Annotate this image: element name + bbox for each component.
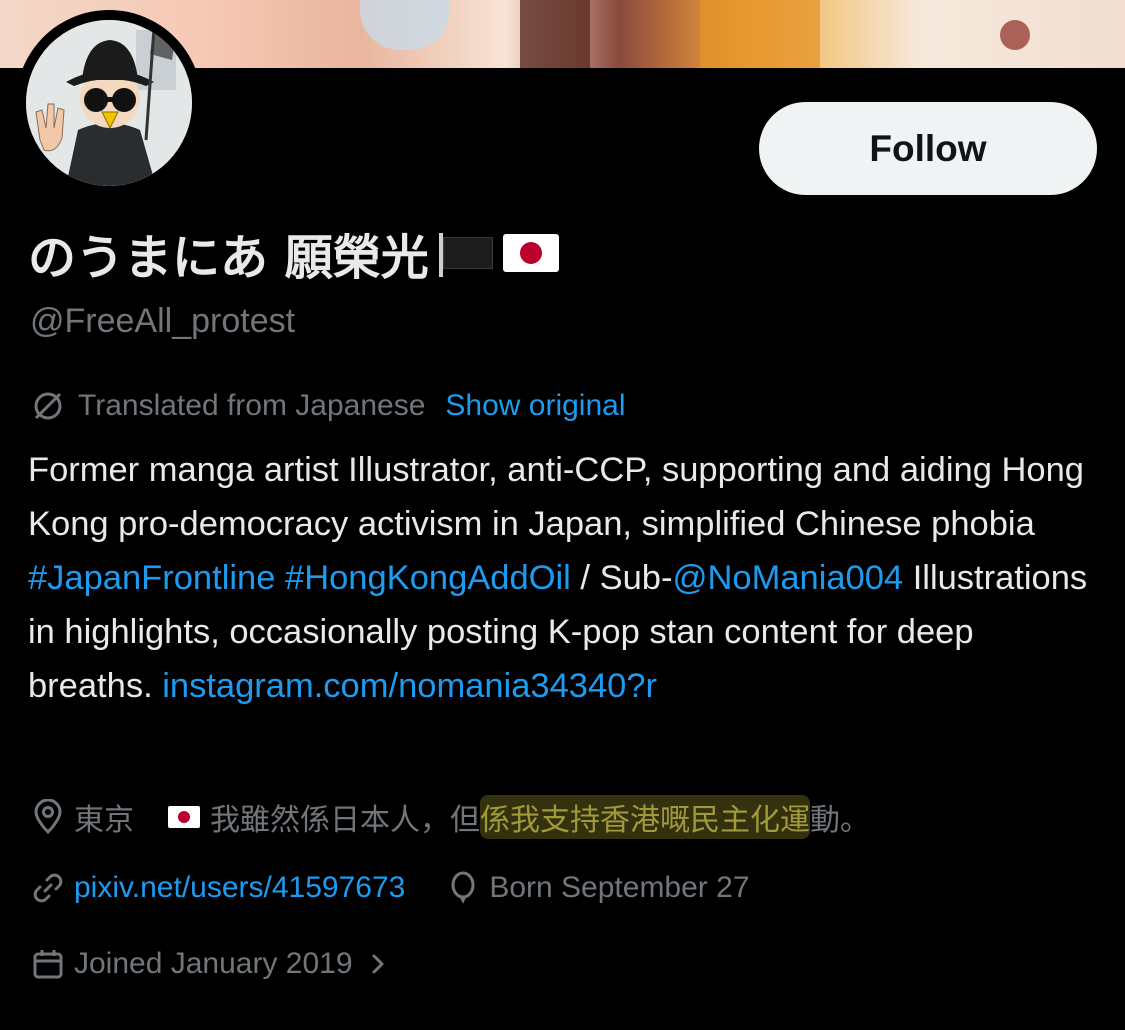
birthday-text: Born September 27 (489, 871, 750, 904)
banner-art (520, 0, 590, 68)
joined-row[interactable]: Joined January 2019 (30, 946, 389, 982)
hashtag-link[interactable]: #HongKongAddOil (285, 559, 571, 597)
display-name-text: のうまにあ 願榮光 (28, 230, 429, 286)
location-text: 東京 (74, 804, 134, 837)
banner-art (360, 0, 450, 50)
bio-url-link[interactable]: instagram.com/nomania34340?r (162, 667, 657, 705)
website-link[interactable]: pixiv.net/users/41597673 (74, 871, 405, 905)
location-note-end: 動。 (810, 804, 870, 837)
balloon-icon (451, 871, 475, 904)
banner-art (700, 0, 820, 68)
profile-bio: Former manga artist Illustrator, anti-CC… (28, 443, 1098, 713)
location-icon (34, 799, 62, 835)
follow-button[interactable]: Follow (759, 102, 1097, 195)
japan-flag-icon (168, 806, 200, 828)
translation-label: Translated from Japanese (78, 389, 426, 422)
website-birthday-row: pixiv.net/users/41597673 Born September … (30, 870, 750, 906)
display-name: のうまにあ 願榮光 (28, 218, 559, 288)
username-handle: @FreeAll_protest (30, 302, 296, 340)
mention-link[interactable]: @NoMania004 (672, 559, 903, 597)
bio-text: Former manga artist Illustrator, anti-CC… (28, 451, 1084, 543)
location-note-highlighted: 係我支持香港嘅民主化運 (480, 795, 810, 839)
translate-icon (34, 392, 62, 420)
chevron-right-icon (372, 954, 384, 974)
calendar-icon (33, 950, 63, 979)
black-flag-icon (435, 233, 493, 277)
location-row: 東京 我雖然係日本人，但 係我支持香港嘅民主化運 動。 (30, 795, 870, 839)
hashtag-link[interactable]: #JapanFrontline (28, 559, 275, 597)
banner-art (1000, 20, 1030, 50)
joined-text: Joined January 2019 (74, 947, 353, 980)
link-icon (33, 873, 63, 903)
location-note: 我雖然係日本人，但 (210, 804, 480, 837)
bio-text: / Sub- (570, 559, 673, 597)
japan-flag-icon (502, 234, 559, 272)
translation-notice: Translated from Japanese Show original (30, 388, 626, 424)
show-original-link[interactable]: Show original (445, 389, 625, 423)
avatar[interactable] (26, 20, 192, 186)
